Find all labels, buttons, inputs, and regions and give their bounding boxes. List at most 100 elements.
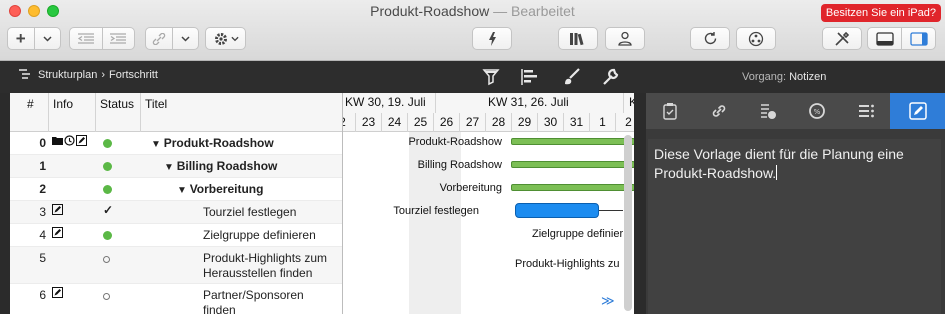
add-task-control[interactable]: + bbox=[7, 27, 61, 50]
tab-costs[interactable] bbox=[744, 93, 793, 129]
week-divider bbox=[435, 93, 436, 113]
inspector-header-label: Vorgang: bbox=[742, 71, 787, 83]
breadcrumb-structure[interactable]: Strukturplan bbox=[38, 69, 97, 81]
clipboard-icon bbox=[663, 103, 678, 120]
status-indicator[interactable]: ✓ bbox=[103, 203, 113, 220]
gantt-task-label: Billing Roadshow bbox=[417, 159, 502, 171]
breadcrumb-progress[interactable]: Fortschritt bbox=[109, 69, 158, 81]
status-indicator[interactable] bbox=[103, 229, 112, 243]
customize-button[interactable] bbox=[822, 27, 862, 50]
day-label: 1 bbox=[589, 113, 615, 132]
chevron-down-icon bbox=[43, 35, 52, 42]
table-row[interactable]: 0 ▼ Produkt-Roadshow bbox=[10, 132, 342, 155]
add-menu-button[interactable] bbox=[35, 28, 61, 49]
task-title-text: Zielgruppe definieren bbox=[203, 228, 316, 242]
chevron-down-icon bbox=[181, 35, 190, 42]
column-number[interactable]: # bbox=[27, 97, 34, 111]
link-icon bbox=[152, 32, 165, 45]
indent-button[interactable] bbox=[103, 28, 135, 49]
outdent-button[interactable] bbox=[70, 28, 102, 49]
column-title[interactable]: Titel bbox=[145, 97, 167, 111]
link-icon bbox=[713, 105, 726, 117]
link-button[interactable] bbox=[146, 28, 172, 49]
task-title[interactable]: Partner/Sponsoren finden bbox=[203, 288, 338, 314]
resources-button[interactable] bbox=[605, 27, 645, 50]
status-indicator[interactable] bbox=[103, 183, 112, 197]
svg-text:%: % bbox=[814, 108, 821, 116]
column-info[interactable]: Info bbox=[53, 97, 73, 111]
disclosure-triangle-icon[interactable]: ▼ bbox=[177, 185, 190, 196]
status-indicator[interactable] bbox=[103, 137, 112, 151]
style-brush-icon[interactable] bbox=[562, 67, 582, 87]
side-panel-button[interactable] bbox=[902, 28, 935, 49]
task-title[interactable]: Zielgruppe definieren bbox=[203, 228, 338, 243]
window-title: Produkt-Roadshow — Bearbeitet bbox=[0, 3, 945, 19]
critical-path-button[interactable] bbox=[472, 27, 512, 50]
status-indicator[interactable] bbox=[103, 252, 110, 266]
bottom-panel-button[interactable] bbox=[868, 28, 901, 49]
refresh-icon bbox=[704, 32, 716, 45]
table-row[interactable]: 1 ▼ Billing Roadshow bbox=[10, 155, 342, 178]
plus-icon: + bbox=[15, 28, 26, 48]
gantt-header: KW 30, 19. Juli KW 31, 26. Juli K 223242… bbox=[343, 93, 634, 132]
summary-bar[interactable] bbox=[511, 138, 634, 145]
table-row[interactable]: 5 Produkt-Highlights zum Herausstellen fi… bbox=[10, 247, 342, 284]
disclosure-triangle-icon[interactable]: ▼ bbox=[151, 139, 164, 150]
task-title[interactable]: ▼ Vorbereitung bbox=[177, 182, 338, 198]
tab-dependencies[interactable] bbox=[695, 93, 744, 129]
tab-notes[interactable] bbox=[890, 93, 945, 129]
refresh-button[interactable] bbox=[690, 27, 730, 50]
row-info bbox=[52, 287, 63, 298]
indent-control[interactable] bbox=[69, 27, 135, 50]
table-row[interactable]: 3 ✓ Tourziel festlegen bbox=[10, 201, 342, 224]
vertical-scrollbar[interactable] bbox=[624, 135, 632, 311]
progress-icon: % bbox=[809, 103, 825, 119]
outdent-icon bbox=[77, 32, 94, 44]
chevron-down-icon bbox=[230, 36, 239, 41]
summary-bar[interactable] bbox=[511, 161, 634, 168]
status-indicator[interactable] bbox=[103, 289, 110, 303]
status-indicator[interactable] bbox=[103, 160, 112, 174]
link-control[interactable] bbox=[145, 27, 199, 50]
summary-bar[interactable] bbox=[511, 184, 634, 191]
week-label: K bbox=[629, 95, 634, 109]
action-menu-button[interactable] bbox=[205, 27, 246, 50]
tab-progress[interactable]: % bbox=[793, 93, 842, 129]
table-header: # Info Status Titel bbox=[10, 93, 342, 132]
tab-general[interactable] bbox=[646, 93, 695, 129]
day-label: 31 bbox=[563, 113, 589, 132]
table-row[interactable]: 2 ▼ Vorbereitung bbox=[10, 178, 342, 201]
week-divider bbox=[623, 93, 624, 113]
disclosure-triangle-icon[interactable]: ▼ bbox=[164, 162, 177, 173]
row-number: 3 bbox=[39, 205, 46, 219]
table-row[interactable]: 4 Zielgruppe definieren bbox=[10, 224, 342, 247]
notes-textarea[interactable]: Diese Vorlage dient für die Planung eine… bbox=[648, 139, 941, 314]
day-label: 26 bbox=[433, 113, 459, 132]
panel-toggle-control[interactable] bbox=[867, 27, 936, 50]
task-title[interactable]: ▼ Billing Roadshow bbox=[164, 159, 338, 175]
task-title-text: Billing Roadshow bbox=[176, 159, 278, 173]
status-open-ring bbox=[103, 293, 110, 300]
gantt-task-label: Tourziel festlegen bbox=[393, 205, 479, 217]
task-bar[interactable] bbox=[515, 203, 599, 218]
network-button[interactable] bbox=[736, 27, 776, 50]
task-title[interactable]: ▼ Produkt-Roadshow bbox=[151, 136, 338, 152]
tab-list[interactable] bbox=[841, 93, 890, 129]
ipad-promo-button[interactable]: Besitzen Sie ein iPad? bbox=[820, 4, 941, 22]
add-button[interactable]: + bbox=[8, 28, 34, 49]
task-title[interactable]: Produkt-Highlights zum Herausstellen fin… bbox=[203, 251, 338, 281]
wrench-icon[interactable] bbox=[601, 67, 621, 87]
view-bar: Strukturplan › Fortschritt Vorgang: Noti… bbox=[0, 61, 945, 93]
task-title[interactable]: Tourziel festlegen bbox=[203, 205, 338, 220]
row-number: 2 bbox=[39, 182, 46, 196]
row-number: 6 bbox=[39, 288, 46, 302]
gantt-view-icon[interactable] bbox=[520, 67, 540, 87]
library-button[interactable] bbox=[558, 27, 598, 50]
column-status[interactable]: Status bbox=[100, 97, 134, 111]
note-icon bbox=[52, 287, 63, 298]
link-menu-button[interactable] bbox=[173, 28, 199, 49]
table-row[interactable]: 6 Partner/Sponsoren finden bbox=[10, 284, 342, 314]
filter-icon[interactable] bbox=[481, 67, 501, 87]
outline-icon bbox=[19, 69, 30, 79]
more-indicator-icon[interactable]: ≫ bbox=[601, 293, 615, 309]
